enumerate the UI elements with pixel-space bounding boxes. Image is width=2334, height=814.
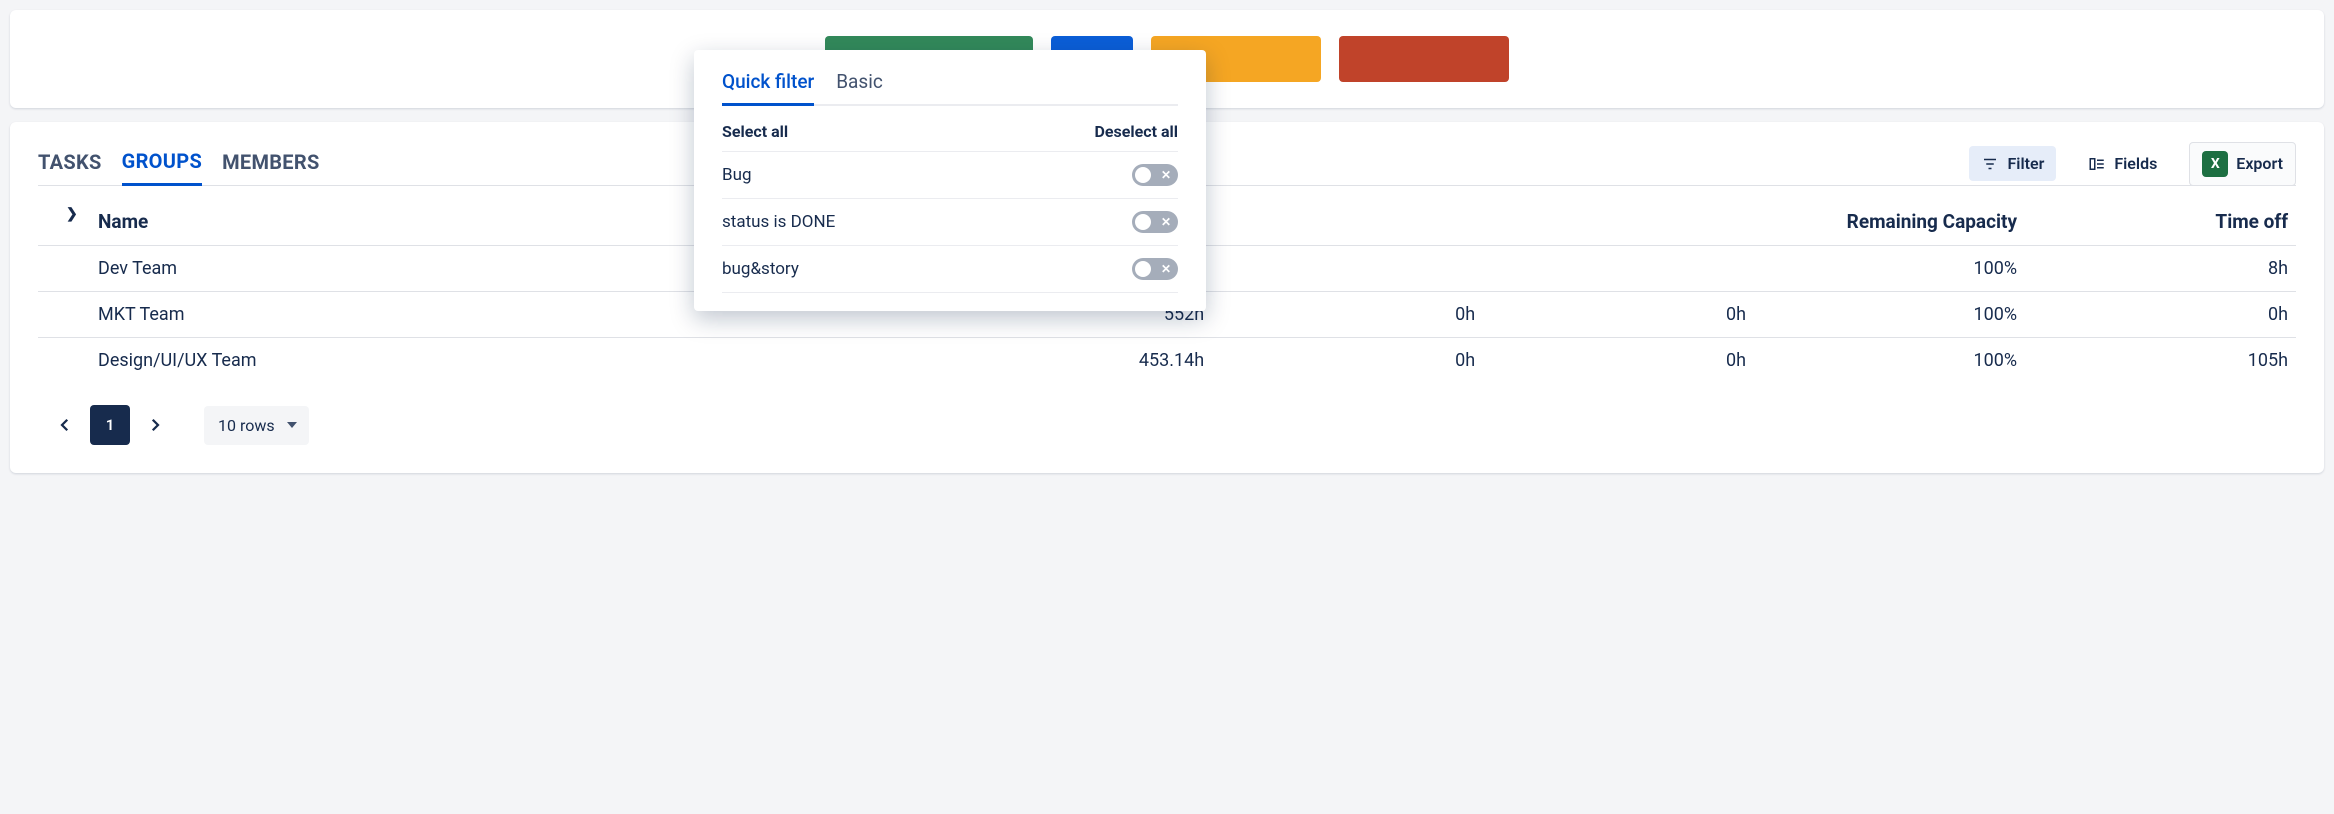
- tab-tasks[interactable]: TASKS: [38, 144, 102, 184]
- col-remaining[interactable]: Remaining Capacity: [1754, 198, 2025, 246]
- summary-card: Capacity: 1732.98h Sch Quick filter Basi…: [10, 10, 2324, 108]
- filter-toggle[interactable]: ✕: [1132, 258, 1178, 280]
- cell-remaining: 100%: [1754, 246, 2025, 292]
- popover-tab-quick[interactable]: Quick filter: [722, 64, 814, 106]
- filter-toggle[interactable]: ✕: [1132, 164, 1178, 186]
- cell-c2: 0h: [1212, 292, 1483, 338]
- col-hidden-3[interactable]: [1483, 198, 1754, 246]
- chevron-right-icon: [146, 416, 164, 434]
- cell-c2: 0h: [1212, 338, 1483, 384]
- tab-groups[interactable]: GROUPS: [122, 143, 202, 186]
- filter-button[interactable]: Filter: [1969, 146, 2056, 181]
- red-pill[interactable]: [1339, 36, 1509, 82]
- export-button-label: Export: [2236, 154, 2283, 173]
- fields-button-label: Fields: [2114, 154, 2157, 173]
- tab-members[interactable]: MEMBERS: [222, 144, 320, 184]
- filter-item: Bug ✕: [722, 151, 1178, 198]
- page-prev[interactable]: [50, 410, 80, 440]
- filter-item-label: bug&story: [722, 259, 799, 279]
- pagination: 1 10 rows: [38, 405, 2296, 445]
- cell-timeoff: 0h: [2025, 292, 2296, 338]
- expand-all-icon[interactable]: ❯: [66, 206, 78, 222]
- page-number[interactable]: 1: [90, 405, 130, 445]
- filter-icon: [1981, 155, 1999, 173]
- cell-c2: [1212, 246, 1483, 292]
- close-icon: ✕: [1161, 215, 1171, 229]
- table-row[interactable]: Design/UI/UX Team 453.14h 0h 0h 100% 105…: [38, 338, 2296, 384]
- excel-icon: X: [2202, 151, 2228, 177]
- filter-popover: Quick filter Basic Select all Deselect a…: [694, 50, 1206, 311]
- fields-button[interactable]: Fields: [2076, 146, 2169, 181]
- rows-per-page-select[interactable]: 10 rows: [204, 406, 309, 445]
- cell-c3: [1483, 246, 1754, 292]
- filter-button-label: Filter: [2007, 154, 2044, 173]
- cell-name: Design/UI/UX Team: [38, 338, 941, 384]
- filter-item: bug&story ✕: [722, 245, 1178, 293]
- col-timeoff[interactable]: Time off: [2025, 198, 2296, 246]
- page-next[interactable]: [140, 410, 170, 440]
- filter-item-label: Bug: [722, 165, 752, 185]
- export-button[interactable]: X Export: [2189, 142, 2296, 186]
- cell-timeoff: 105h: [2025, 338, 2296, 384]
- cell-c3: 0h: [1483, 292, 1754, 338]
- select-all-link[interactable]: Select all: [722, 122, 788, 141]
- cell-remaining: 100%: [1754, 338, 2025, 384]
- popover-tabs: Quick filter Basic: [722, 64, 1178, 106]
- close-icon: ✕: [1161, 168, 1171, 182]
- cell-c3: 0h: [1483, 338, 1754, 384]
- cell-capacity: 453.14h: [941, 338, 1212, 384]
- col-name-label: Name: [98, 210, 148, 233]
- filter-item-label: status is DONE: [722, 212, 835, 232]
- fields-icon: [2088, 155, 2106, 173]
- chevron-left-icon: [56, 416, 74, 434]
- col-hidden-2[interactable]: [1212, 198, 1483, 246]
- deselect-all-link[interactable]: Deselect all: [1094, 122, 1178, 141]
- popover-tab-basic[interactable]: Basic: [836, 64, 883, 104]
- filter-toggle[interactable]: ✕: [1132, 211, 1178, 233]
- filter-item: status is DONE ✕: [722, 198, 1178, 245]
- close-icon: ✕: [1161, 262, 1171, 276]
- cell-remaining: 100%: [1754, 292, 2025, 338]
- cell-timeoff: 8h: [2025, 246, 2296, 292]
